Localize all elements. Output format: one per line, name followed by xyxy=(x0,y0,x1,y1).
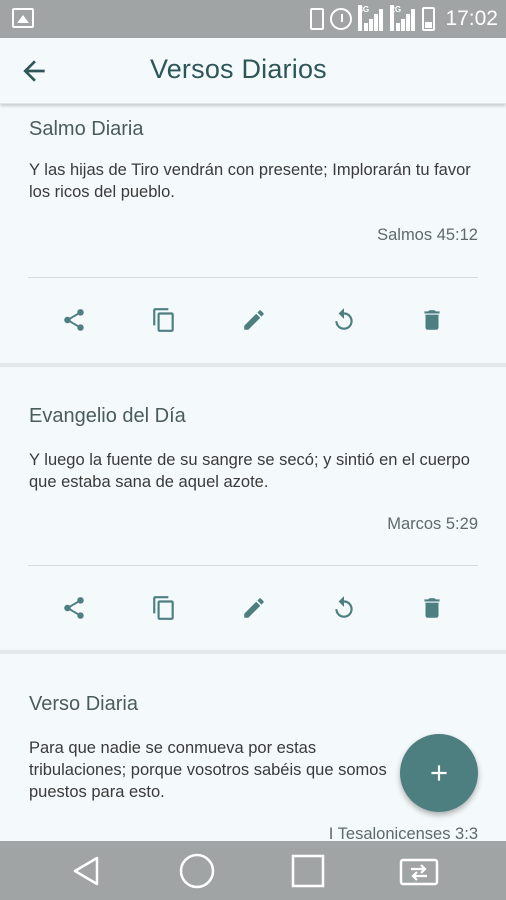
verse-card-salmo: Salmo Diaria Y las hijas de Tiro vendrán… xyxy=(0,104,506,364)
status-icons: 3G 2G 17:02 xyxy=(310,4,498,34)
share-icon xyxy=(64,597,84,619)
refresh-icon xyxy=(335,308,353,330)
delete-button[interactable] xyxy=(414,590,450,626)
app-bar: Versos Diarios xyxy=(0,38,506,104)
status-time: 17:02 xyxy=(445,7,498,30)
card-divider xyxy=(28,277,478,278)
card-divider xyxy=(28,565,478,566)
back-triangle-icon xyxy=(73,856,99,886)
gallery-icon xyxy=(12,8,34,28)
share-button[interactable] xyxy=(56,590,92,626)
share-icon xyxy=(64,309,84,331)
card-reference: I Tesalonicenses 3:3 xyxy=(328,825,478,841)
nav-switch-app-button[interactable] xyxy=(399,851,439,891)
back-button[interactable] xyxy=(18,55,50,87)
card-reference: Marcos 5:29 xyxy=(387,515,478,533)
card-title: Verso Diaria xyxy=(29,693,138,715)
alarm-icon xyxy=(330,8,353,30)
copy-icon xyxy=(153,308,174,332)
refresh-button[interactable] xyxy=(326,302,362,338)
refresh-button[interactable] xyxy=(326,590,362,626)
card-reference: Salmos 45:12 xyxy=(377,226,478,244)
edit-icon xyxy=(244,310,264,330)
signal-2g-icon: 2G xyxy=(390,5,416,31)
screen: 3G 2G 17:02 Versos Diarios Salmo Diaria … xyxy=(0,0,506,900)
card-verse-text: Y luego la fuente de su sangre se secó; … xyxy=(29,451,470,491)
edit-icon xyxy=(244,598,264,618)
card-title: Evangelio del Día xyxy=(29,405,186,427)
copy-button[interactable] xyxy=(146,590,182,626)
card-verse-text: Para que nadie se conmueva por estas tri… xyxy=(29,739,387,801)
status-bar: 3G 2G 17:02 xyxy=(0,0,506,38)
arrow-back-icon xyxy=(23,60,45,82)
nav-recents-button[interactable] xyxy=(288,851,328,891)
card-verse-text: Y las hijas de Tiro vendrán con presente… xyxy=(29,161,471,201)
delete-icon xyxy=(424,598,440,618)
battery-icon xyxy=(422,7,436,31)
home-circle-icon xyxy=(179,853,215,889)
nav-back-button[interactable] xyxy=(66,851,106,891)
share-button[interactable] xyxy=(56,302,92,338)
vibrate-icon xyxy=(310,8,325,30)
delete-button[interactable] xyxy=(414,302,450,338)
page-title: Versos Diarios xyxy=(150,54,327,84)
edit-button[interactable] xyxy=(236,590,272,626)
delete-icon xyxy=(424,310,440,330)
network-label-2g: 2G xyxy=(390,5,401,31)
add-icon xyxy=(431,765,447,781)
navigation-bar xyxy=(0,841,506,900)
refresh-icon xyxy=(335,596,353,618)
switch-app-icon xyxy=(399,858,439,886)
copy-icon xyxy=(153,596,174,620)
signal-3g-icon: 3G xyxy=(358,5,384,31)
nav-home-button[interactable] xyxy=(177,851,217,891)
edit-button[interactable] xyxy=(236,302,272,338)
card-title: Salmo Diaria xyxy=(29,118,144,140)
network-label-3g: 3G xyxy=(358,5,369,31)
verse-card-evangelio: Evangelio del Día Y luego la fuente de s… xyxy=(0,367,506,652)
add-verse-fab[interactable] xyxy=(400,734,478,812)
copy-button[interactable] xyxy=(146,302,182,338)
verse-list[interactable]: Salmo Diaria Y las hijas de Tiro vendrán… xyxy=(0,104,506,841)
recents-square-icon xyxy=(291,854,325,888)
